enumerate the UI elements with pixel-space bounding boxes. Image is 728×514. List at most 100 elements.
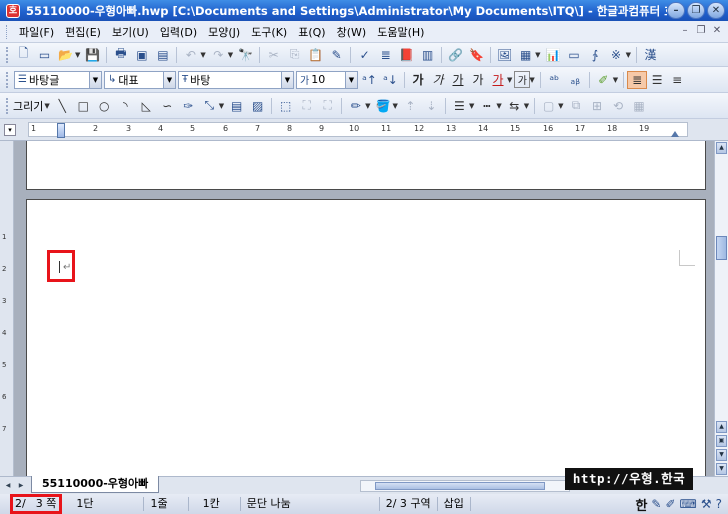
ruler-track[interactable]: 1 2 3 4 5 6 7 8 9 10 11 12 13 14 15 16 1… <box>28 122 688 138</box>
highlighter-dropdown-icon[interactable]: ▼ <box>613 76 618 84</box>
menu-help[interactable]: 도움말(H) <box>373 24 431 40</box>
spell-check-icon[interactable]: ✓ <box>355 46 374 64</box>
chevron-down-icon[interactable]: ▼ <box>89 71 101 88</box>
scrollbar-thumb[interactable] <box>716 236 727 260</box>
tab-prev-icon[interactable]: ◀ <box>2 480 14 492</box>
doc-minimize-icon[interactable]: – <box>678 25 692 39</box>
strikethrough-button[interactable]: 가 <box>468 71 488 88</box>
fill-color-dropdown-icon[interactable]: ▼ <box>393 102 398 110</box>
line-weight-icon[interactable]: ☰ <box>450 97 469 115</box>
char-shape-button[interactable]: 가 <box>514 71 531 88</box>
equation-icon[interactable]: ∱ <box>586 46 605 64</box>
menu-insert[interactable]: 입력(D) <box>156 24 204 40</box>
cut-icon[interactable]: ✂ <box>264 46 283 64</box>
current-page[interactable]: ↵ <box>26 199 706 476</box>
line-weight-dropdown-icon[interactable]: ▼ <box>469 102 474 110</box>
scroll-down-icon[interactable]: ▼ <box>716 463 727 475</box>
menu-window[interactable]: 창(W) <box>333 24 374 40</box>
align-right-icon[interactable]: ≡ <box>667 71 687 89</box>
previous-page-bottom[interactable] <box>26 141 706 190</box>
curve-icon[interactable]: ∽ <box>158 97 177 115</box>
menu-view[interactable]: 보기(U) <box>108 24 156 40</box>
page-nav-icon[interactable]: ▣ <box>716 435 727 447</box>
document-tab[interactable]: 55110000-우형아빠 <box>31 476 160 493</box>
document-area[interactable]: ↵ <box>14 141 714 476</box>
toolbar-grip[interactable] <box>6 71 9 88</box>
chevron-down-icon[interactable]: ▼ <box>163 71 175 88</box>
undo-dropdown-icon[interactable]: ▼ <box>200 51 205 59</box>
paste-icon[interactable]: 📋 <box>306 46 325 64</box>
superscript-icon[interactable]: ᵃᵇ <box>545 71 564 89</box>
pdf-icon[interactable]: ▤ <box>153 46 172 64</box>
insert-picture-icon[interactable]: 🖼 <box>495 46 514 64</box>
arrange-icon[interactable]: ⧉ <box>567 97 586 115</box>
line-icon[interactable]: ╲ <box>53 97 72 115</box>
format-painter-icon[interactable]: ✎ <box>327 46 346 64</box>
chevron-down-icon[interactable]: ▼ <box>345 71 357 88</box>
subscript-icon[interactable]: ₐᵦ <box>566 71 585 89</box>
style-select[interactable]: ☰ 바탕글 ▼ <box>14 70 102 89</box>
arrow-style-icon[interactable]: ⇆ <box>505 97 524 115</box>
horizontal-ruler[interactable]: ▾ 1 2 3 4 5 6 7 8 9 10 11 12 13 14 15 16… <box>0 119 728 141</box>
save-icon[interactable]: 💾 <box>83 46 102 64</box>
doc-restore-icon[interactable]: ❐ <box>694 25 708 39</box>
vertical-ruler[interactable]: 1 2 3 4 5 6 7 <box>0 141 14 476</box>
distribute-icon[interactable]: ▦ <box>630 97 649 115</box>
ime-hangul-indicator[interactable]: 한 <box>635 495 647 514</box>
menu-file[interactable]: 파일(F) <box>15 24 61 40</box>
group-icon[interactable]: ⛶ <box>297 97 316 115</box>
connector-icon[interactable]: ⤡ <box>200 97 219 115</box>
tab-type-selector[interactable]: ▾ <box>4 124 16 136</box>
ime-tools-icon[interactable]: ⚒ <box>701 497 712 511</box>
image-draw-icon[interactable]: ▨ <box>248 97 267 115</box>
align-left-icon[interactable]: ☰ <box>647 71 667 89</box>
hwp-app-icon[interactable]: 호 <box>6 3 20 18</box>
increase-font-size-icon[interactable]: ᵃ↑ <box>360 71 379 89</box>
select-object-icon[interactable]: ⬚ <box>276 97 295 115</box>
symbol-dropdown-icon[interactable]: ▼ <box>626 51 631 59</box>
toolbar-grip[interactable] <box>6 97 9 114</box>
italic-button[interactable]: 가 <box>428 71 448 88</box>
font-size-select[interactable]: 가 10 ▼ <box>296 70 358 89</box>
menu-tools[interactable]: 도구(K) <box>247 24 294 40</box>
minimize-button[interactable]: – <box>667 2 685 19</box>
highlighter-icon[interactable]: ✐ <box>594 71 613 89</box>
copy-icon[interactable]: ⎘ <box>285 46 304 64</box>
toolbar-grip[interactable] <box>6 46 9 63</box>
redo-icon[interactable]: ↷ <box>209 46 228 64</box>
line-color-dropdown-icon[interactable]: ▼ <box>365 102 370 110</box>
new-document-icon[interactable]: 🗋 <box>14 46 33 64</box>
print-icon[interactable]: 🖶 <box>111 46 130 64</box>
indent-marker[interactable] <box>57 123 65 138</box>
underline-button[interactable]: 가 <box>448 71 468 88</box>
ime-keyboard-icon[interactable]: ⌨ <box>680 497 697 511</box>
symbol-icon[interactable]: ※ <box>607 46 626 64</box>
connector-dropdown-icon[interactable]: ▼ <box>219 102 224 110</box>
hyperlink-icon[interactable]: 🔗 <box>446 46 465 64</box>
arrow-style-dropdown-icon[interactable]: ▼ <box>524 102 529 110</box>
textbox-draw-icon[interactable]: ▤ <box>227 97 246 115</box>
hanja-icon[interactable]: 漢 <box>641 46 660 64</box>
rotate-icon[interactable]: ⟲ <box>609 97 628 115</box>
ime-help-icon[interactable]: ? <box>716 497 722 511</box>
ime-mode-icon[interactable]: ✎ <box>651 497 661 511</box>
page-down-icon[interactable]: ▼ <box>716 449 727 461</box>
chart-icon[interactable]: 📊 <box>544 46 563 64</box>
pen-icon[interactable]: ✑ <box>179 97 198 115</box>
tab-next-icon[interactable]: ▶ <box>15 480 27 492</box>
chevron-down-icon[interactable]: ▼ <box>281 71 293 88</box>
doc-close-icon[interactable]: ✕ <box>710 25 724 39</box>
font-color-dropdown-icon[interactable]: ▼ <box>507 76 512 84</box>
insert-mode-indicator[interactable]: 삽입 <box>438 497 471 511</box>
bold-button[interactable]: 가 <box>408 71 428 88</box>
vertical-scrollbar[interactable]: ▲ ▲ ▣ ▼ ▼ <box>714 141 728 476</box>
arc-icon[interactable]: ◝ <box>116 97 135 115</box>
ime-pad-icon[interactable]: ✐ <box>665 497 675 511</box>
dictionary-icon[interactable]: 📕 <box>397 46 416 64</box>
page-up-icon[interactable]: ▲ <box>716 421 727 433</box>
align-objects-icon[interactable]: ⊞ <box>588 97 607 115</box>
textbox-icon[interactable]: ▭ <box>565 46 584 64</box>
draw-menu-button[interactable]: 그리기 <box>13 98 43 114</box>
open-dropdown-icon[interactable]: ▼ <box>75 51 80 59</box>
ellipse-icon[interactable]: ○ <box>95 97 114 115</box>
